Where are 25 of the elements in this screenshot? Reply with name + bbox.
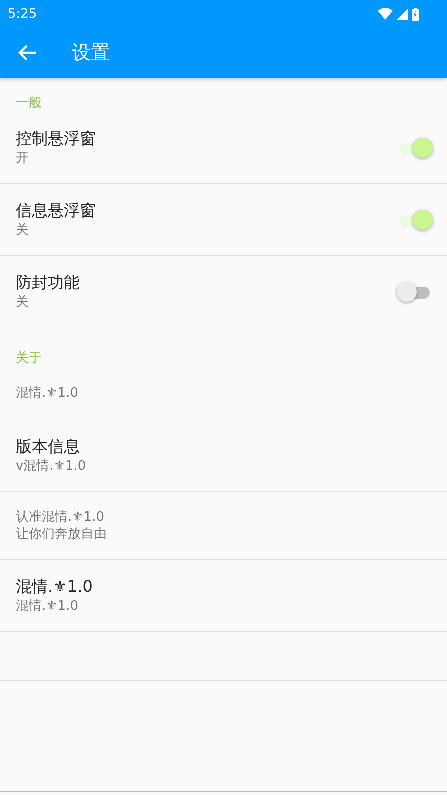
setting-title: 防封功能: [16, 273, 81, 294]
setting-summary: v混情.⚜1.0: [16, 458, 88, 474]
settings-row[interactable]: 控制悬浮窗 开: [0, 112, 447, 184]
section-header: 关于: [15, 350, 43, 367]
setting-title: 混情.⚜1.0: [16, 576, 94, 598]
info-text: 混情.⚜1.0: [16, 385, 78, 402]
settings-row[interactable]: 版本信息 v混情.⚜1.0: [0, 420, 447, 492]
settings-row[interactable]: 防封功能 关: [0, 256, 447, 328]
signal-icon: [397, 8, 408, 20]
setting-summary: 关: [16, 294, 30, 311]
settings-row[interactable]: 混情.⚜1.0 混情.⚜1.0: [0, 560, 447, 632]
setting-title: 信息悬浮窗: [16, 200, 97, 222]
battery-icon: [412, 8, 419, 20]
settings-row[interactable]: 信息悬浮窗 关: [0, 184, 447, 256]
setting-title: 控制悬浮窗: [16, 128, 97, 150]
section-header: 一般: [15, 95, 43, 112]
info-text: 认准混情.⚜1.0 让你们奔放自由: [16, 508, 107, 542]
setting-summary: 开: [16, 150, 30, 166]
setting-summary: 混情.⚜1.0: [16, 598, 80, 614]
status-time: 5:25: [8, 6, 38, 22]
wifi-icon: [378, 8, 393, 20]
setting-title: 版本信息: [16, 436, 81, 458]
toggle-switch[interactable]: [397, 281, 431, 303]
setting-summary: 关: [16, 222, 30, 238]
toolbar-title: 设置: [72, 41, 110, 66]
